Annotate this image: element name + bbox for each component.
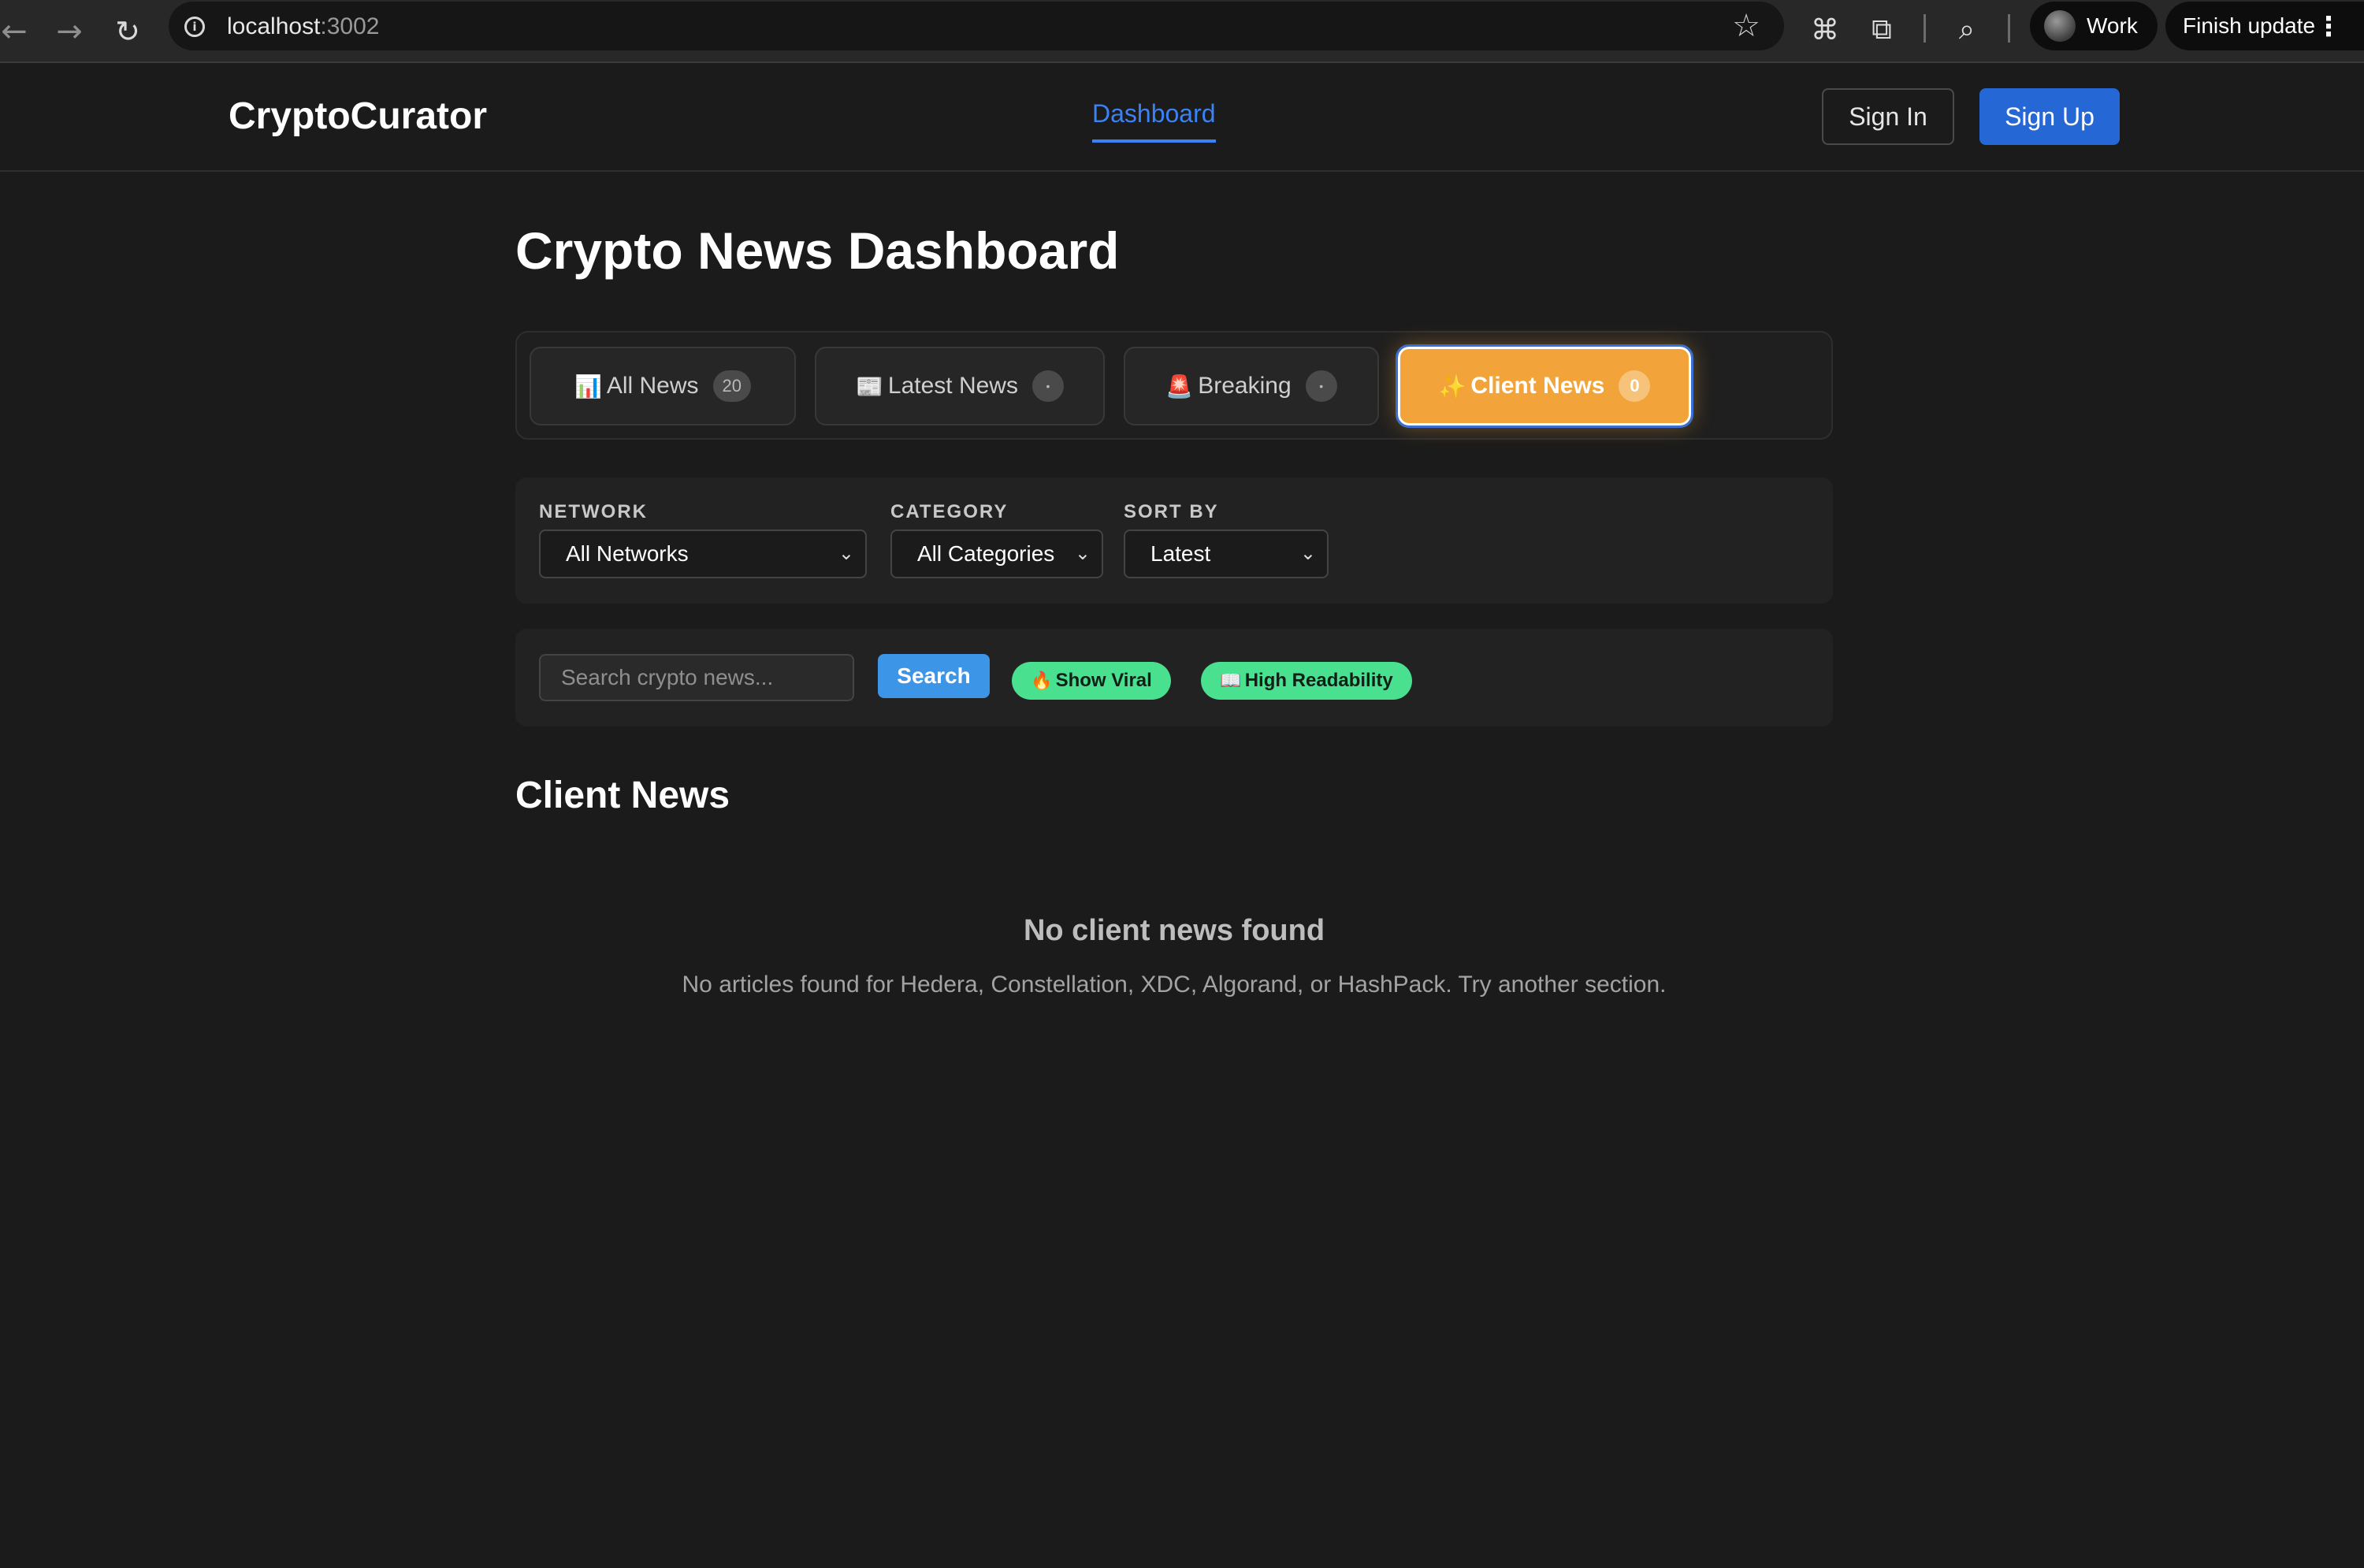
empty-state-description: No articles found for Hedera, Constellat… <box>682 972 1667 998</box>
show-viral-toggle[interactable]: 🔥 Show Viral <box>1012 662 1171 700</box>
tab-search-icon[interactable]: ⌕ <box>1945 8 1989 52</box>
empty-state: No client news found No articles found f… <box>515 914 1833 998</box>
sort-select-value: Latest <box>1150 541 1211 566</box>
kebab-menu-icon[interactable]: ⋮ <box>2315 11 2342 43</box>
url-host: localhost <box>227 13 321 39</box>
sort-filter-label: SORT BY <box>1124 501 1219 522</box>
network-select[interactable]: All Networks ⌄ <box>539 529 867 578</box>
tab-label: Latest News <box>887 373 1018 399</box>
profile-name: Work <box>2087 13 2138 38</box>
category-select[interactable]: All Categories ⌄ <box>890 529 1103 578</box>
tab-label: Breaking <box>1198 373 1292 399</box>
toolbar-divider <box>1924 14 1926 43</box>
command-icon[interactable]: ⌘ <box>1803 8 1847 52</box>
nav-dashboard-link[interactable]: Dashboard <box>1092 99 1216 143</box>
avatar <box>2044 10 2076 42</box>
back-arrow-icon[interactable]: ← <box>0 9 36 54</box>
bookmark-star-icon[interactable]: ☆ <box>1732 8 1760 44</box>
chip-label: Show Viral <box>1055 670 1152 691</box>
chevron-down-icon: ⌄ <box>1299 542 1316 564</box>
address-bar[interactable]: i localhost:3002 ☆ <box>169 2 1784 50</box>
sparkle-icon: ✨ <box>1438 373 1466 399</box>
news-tabs: 📊 All News 20 📰 Latest News • 🚨 Breaking… <box>515 331 1833 440</box>
bar-chart-icon: 📊 <box>574 373 602 399</box>
book-icon: 📖 <box>1220 671 1242 691</box>
reload-icon[interactable]: ↻ <box>106 9 150 54</box>
site-info-icon[interactable]: i <box>184 17 205 37</box>
network-filter-label: NETWORK <box>539 501 648 522</box>
siren-icon: 🚨 <box>1165 373 1194 399</box>
brand-logo[interactable]: CryptoCurator <box>229 95 487 138</box>
search-button[interactable]: Search <box>878 654 990 698</box>
chevron-down-icon: ⌄ <box>1074 542 1091 564</box>
tab-all-news[interactable]: 📊 All News 20 <box>530 347 796 425</box>
newspaper-icon: 📰 <box>856 373 883 399</box>
network-select-value: All Networks <box>566 541 689 566</box>
profile-button[interactable]: Work <box>2030 2 2158 50</box>
search-panel: Search 🔥 Show Viral 📖 High Readability <box>515 629 1833 726</box>
category-filter-label: CATEGORY <box>890 501 1009 522</box>
tab-count-badge: • <box>1031 370 1064 402</box>
tab-label: All News <box>606 373 699 399</box>
tab-count-badge: 0 <box>1619 370 1651 402</box>
forward-arrow-icon[interactable]: → <box>47 9 91 54</box>
browser-toolbar: ← → ↻ i localhost:3002 ☆ ⌘ ⧉ ⌕ Work Fini… <box>0 0 2364 63</box>
tab-latest-news[interactable]: 📰 Latest News • <box>815 347 1105 425</box>
category-select-value: All Categories <box>917 541 1055 566</box>
empty-state-title: No client news found <box>1023 914 1325 947</box>
page-title: Crypto News Dashboard <box>515 221 1120 280</box>
filters-panel: NETWORK All Networks ⌄ CATEGORY All Cate… <box>515 477 1833 604</box>
toolbar-divider <box>2008 14 2010 43</box>
sort-select[interactable]: Latest ⌄ <box>1124 529 1329 578</box>
chip-label: High Readability <box>1244 670 1393 691</box>
app-header: CryptoCurator Dashboard Sign In Sign Up <box>0 63 2364 172</box>
tab-breaking[interactable]: 🚨 Breaking • <box>1124 347 1379 425</box>
tab-count-badge: • <box>1305 370 1337 402</box>
update-label: Finish update <box>2183 13 2316 38</box>
sign-up-button[interactable]: Sign Up <box>1979 88 2120 145</box>
extensions-puzzle-icon[interactable]: ⧉ <box>1860 8 1904 52</box>
finish-update-button[interactable]: Finish update ⋮ <box>2165 2 2364 50</box>
search-input[interactable] <box>539 654 854 701</box>
sign-in-button[interactable]: Sign In <box>1822 88 1954 145</box>
address-url[interactable]: localhost:3002 <box>227 13 379 40</box>
high-readability-toggle[interactable]: 📖 High Readability <box>1201 662 1412 700</box>
tab-count-badge: 20 <box>712 370 752 402</box>
tab-client-news[interactable]: ✨ Client News 0 <box>1396 344 1693 428</box>
chevron-down-icon: ⌄ <box>838 542 854 564</box>
url-port: :3002 <box>320 13 380 39</box>
section-title: Client News <box>515 775 730 816</box>
fire-icon: 🔥 <box>1031 671 1053 691</box>
tab-label: Client News <box>1470 373 1605 399</box>
